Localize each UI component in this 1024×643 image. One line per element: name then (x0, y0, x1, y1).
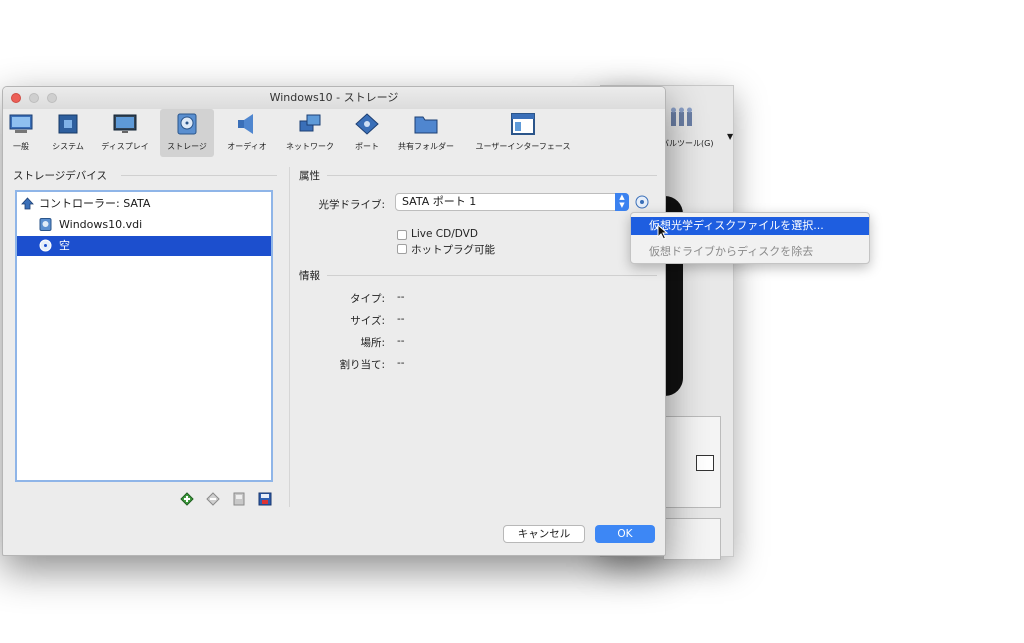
hotplug-checkbox[interactable] (397, 244, 407, 254)
live-cd-checkbox[interactable] (397, 230, 407, 240)
tree-item-hard-disk[interactable]: Windows10.vdi (17, 215, 271, 235)
network-icon (299, 114, 321, 132)
controller-icon (21, 197, 34, 210)
tab-user-interface[interactable]: ユーザーインターフェース (469, 109, 577, 157)
save-disk-icon[interactable] (258, 492, 272, 506)
optical-drive-select[interactable]: SATA ポート 1 ▲ ▼ (395, 193, 629, 211)
add-attachment-icon[interactable] (180, 492, 194, 506)
chevron-down-icon: ▼ (727, 132, 734, 141)
title-bar: Windows10 - ストレージ (3, 87, 665, 109)
bg-panel-lower (663, 518, 721, 560)
info-location-value: -- (397, 335, 405, 347)
bg-tools-button[interactable]: バルツール(G) ▼ (661, 104, 734, 148)
tab-ports[interactable]: ポート (347, 109, 387, 157)
monitor-icon (696, 455, 714, 471)
tab-network[interactable]: ネットワーク (279, 109, 341, 157)
tab-shared-folders[interactable]: 共有フォルダー (393, 109, 459, 157)
tree-item-controller[interactable]: コントローラー: SATA (17, 194, 271, 214)
window-title: Windows10 - ストレージ (269, 91, 399, 104)
attributes-heading: 属性 (299, 170, 320, 182)
speaker-icon (238, 114, 253, 134)
info-attached-label: 割り当て: (339, 359, 385, 371)
storage-tree[interactable]: コントローラー: SATA Windows10.vdi 空 (15, 190, 273, 482)
info-type-label: タイプ: (349, 293, 385, 305)
tab-display[interactable]: ディスプレイ (97, 109, 153, 157)
tools-icon (671, 107, 692, 126)
menu-item-remove-disk[interactable]: 仮想ドライブからディスクを除去 (631, 243, 869, 261)
section-divider (121, 175, 277, 176)
settings-toolbar: 一般 システム ディスプレイ ストレージ オーディオ ネットワーク ポート 共有… (3, 109, 665, 159)
info-location-label: 場所: (360, 337, 385, 349)
info-size-value: -- (397, 313, 405, 325)
tab-audio[interactable]: オーディオ (221, 109, 273, 157)
display-icon (113, 114, 137, 133)
storage-disk-icon (177, 113, 197, 135)
tab-general[interactable]: 一般 (5, 109, 37, 157)
zoom-button[interactable] (47, 93, 57, 103)
folder-icon (414, 116, 438, 134)
close-button[interactable] (11, 93, 21, 103)
select-stepper-icon: ▲ ▼ (615, 193, 629, 211)
general-monitor-icon (9, 114, 33, 133)
tab-system[interactable]: システム (43, 109, 93, 157)
storage-settings-dialog: Windows10 - ストレージ 一般 システム ディスプレイ ストレージ オ… (2, 86, 666, 556)
storage-devices-heading: ストレージデバイス (13, 170, 107, 182)
remove-attachment-icon[interactable] (206, 492, 220, 506)
bg-tools-label: バルツール(G) (661, 139, 714, 148)
section-divider (327, 175, 657, 176)
add-disk-icon[interactable] (232, 492, 246, 506)
info-size-label: サイズ: (350, 315, 385, 327)
port-icon (355, 113, 379, 135)
info-heading: 情報 (299, 270, 320, 282)
live-cd-label: Live CD/DVD (411, 228, 478, 240)
minimize-button[interactable] (29, 93, 39, 103)
ok-button[interactable]: OK (595, 525, 655, 543)
tab-storage[interactable]: ストレージ (160, 109, 214, 157)
info-attached-value: -- (397, 357, 405, 369)
chip-icon (58, 114, 78, 134)
hotplug-label: ホットプラグ可能 (411, 244, 495, 256)
bg-panel (663, 416, 721, 508)
section-divider (327, 275, 657, 276)
choose-disk-icon[interactable] (635, 195, 649, 209)
window-icon (511, 113, 535, 135)
tree-item-optical-drive[interactable]: 空 (17, 236, 271, 256)
cancel-button[interactable]: キャンセル (503, 525, 585, 543)
info-type-value: -- (397, 291, 405, 303)
optical-drive-label: 光学ドライブ: (318, 199, 385, 211)
mouse-cursor-icon (657, 224, 669, 240)
optical-disc-icon (39, 239, 52, 252)
hard-disk-icon (39, 218, 52, 231)
pane-divider (289, 167, 290, 507)
